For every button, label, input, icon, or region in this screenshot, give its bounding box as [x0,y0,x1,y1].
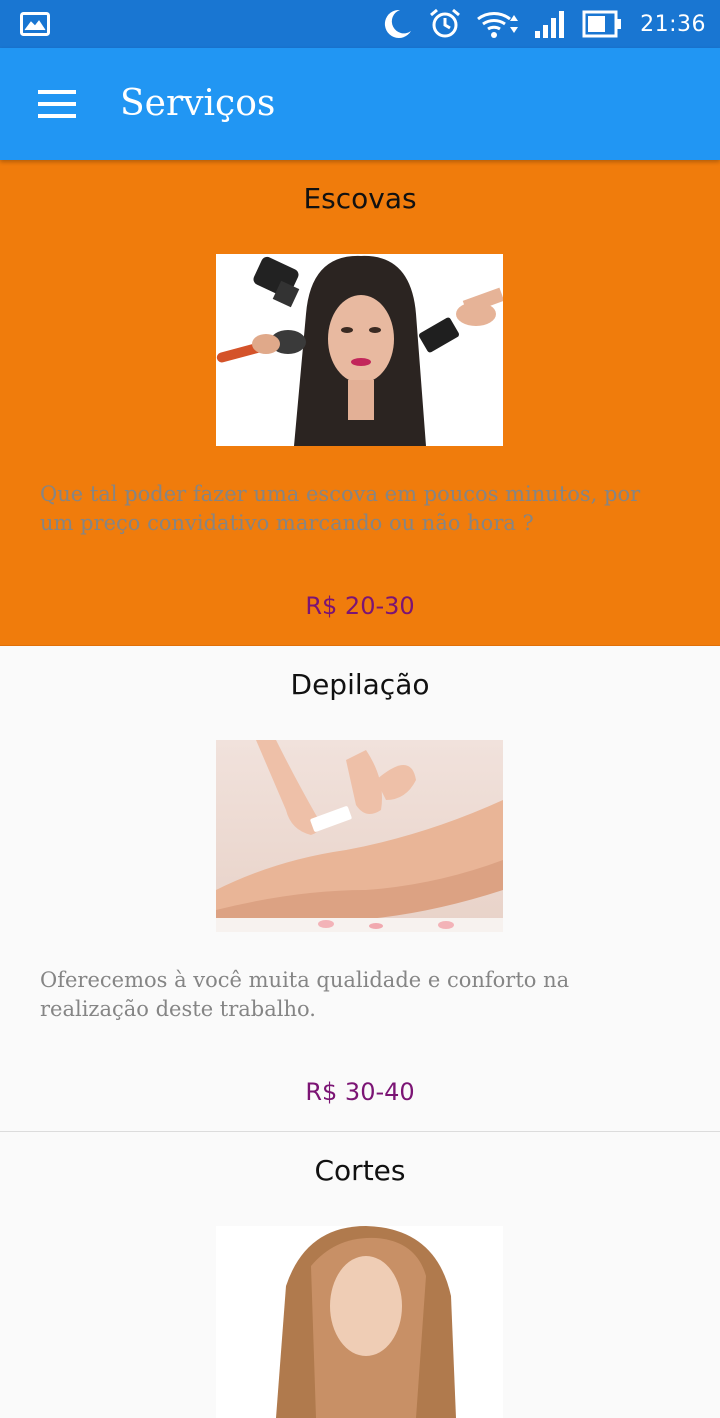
status-clock: 21:36 [640,11,706,37]
battery-icon [582,0,622,48]
alarm-icon [428,0,462,48]
gallery-icon [20,12,50,36]
service-card-cortes[interactable]: Cortes [0,1132,720,1418]
haircut-photo [216,1226,503,1418]
signal-icon [534,0,568,48]
status-bar: 21:36 [0,0,720,48]
service-price: R$ 20-30 [305,592,415,620]
service-description: Que tal poder fazer uma escova em poucos… [40,482,641,535]
service-title: Depilação [290,668,430,701]
page-title: Serviços [120,83,276,124]
service-title: Escovas [303,182,417,215]
leg-waxing-photo [216,740,503,932]
service-description: Oferecemos à você muita qualidade e conf… [40,968,570,1021]
moon-icon [380,0,414,48]
app-toolbar: Serviços [0,48,720,160]
service-title: Cortes [314,1154,406,1187]
hamburger-menu-button[interactable] [20,76,92,132]
service-card-escovas[interactable]: Escovas Que tal poder fazer uma escova e… [0,160,720,646]
services-list: Escovas Que tal poder fazer uma escova e… [0,160,720,1418]
hair-blowdry-photo [216,254,503,446]
hamburger-menu-icon [38,90,76,118]
service-card-depilacao[interactable]: Depilação Oferecemos à você muita qualid… [0,646,720,1132]
wifi-icon [476,0,520,48]
service-price: R$ 30-40 [305,1078,415,1106]
